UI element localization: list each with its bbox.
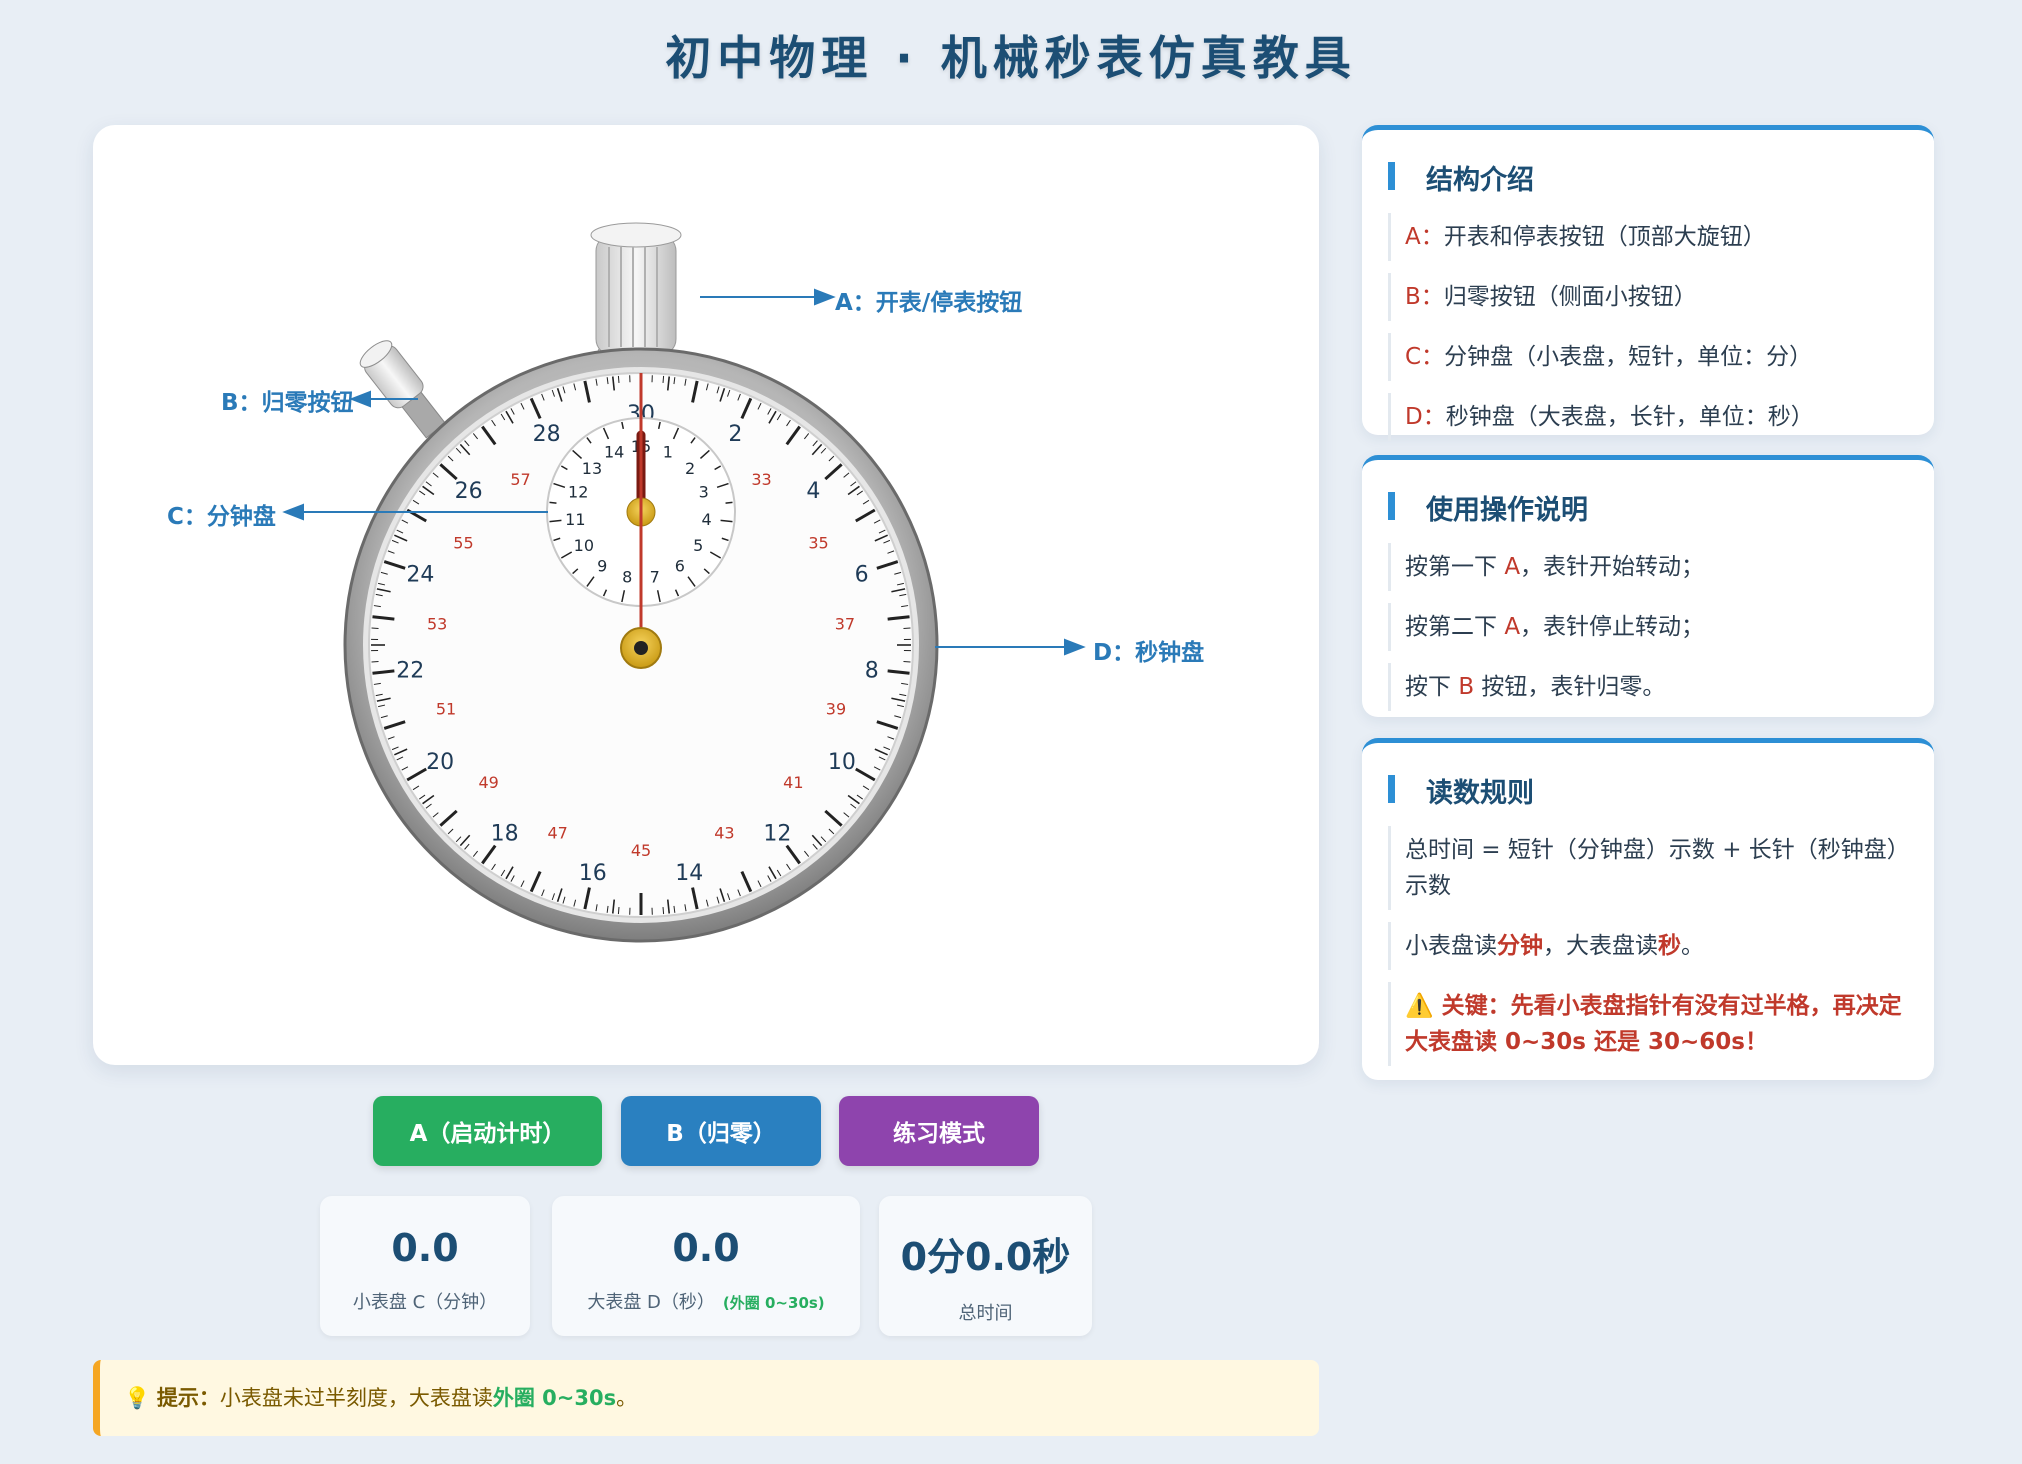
second-number: 16 bbox=[579, 861, 607, 886]
minute-number: 2 bbox=[685, 459, 695, 478]
second-number: 28 bbox=[533, 422, 561, 447]
second-number: 24 bbox=[406, 562, 434, 587]
page-title: 初中物理 · 机械秒表仿真教具 bbox=[665, 31, 1357, 85]
callout-minute-dial: C：分钟盘 bbox=[167, 504, 276, 530]
minute-tick bbox=[549, 501, 557, 504]
bulb-icon: 💡 bbox=[124, 1386, 151, 1410]
second-readout-value: 0.0 bbox=[672, 1226, 740, 1270]
second-inner-number: 45 bbox=[631, 841, 651, 860]
second-number: 2 bbox=[728, 422, 742, 447]
minute-number: 10 bbox=[574, 536, 594, 555]
second-number: 10 bbox=[828, 750, 856, 775]
second-tick bbox=[617, 907, 620, 915]
second-inner-number: 37 bbox=[835, 615, 855, 634]
second-number: 26 bbox=[455, 479, 483, 504]
minute-readout-label: 小表盘 C（分钟） bbox=[352, 1292, 498, 1313]
minute-readout-value: 0.0 bbox=[391, 1226, 459, 1270]
second-inner-number: 49 bbox=[478, 773, 498, 792]
structure-panel: 结构介绍 A：开表和停表按钮（顶部大旋钮） B：归零按钮（侧面小按钮） C：分钟… bbox=[1362, 125, 1934, 441]
second-number: 22 bbox=[396, 658, 424, 683]
second-number: 14 bbox=[675, 861, 703, 886]
second-readout-label: 大表盘 D（秒） bbox=[587, 1292, 715, 1313]
practice-mode-button[interactable]: 练习模式 bbox=[839, 1096, 1039, 1166]
stopwatch-diagram: 30246810121416182022242628 3133353739414… bbox=[282, 222, 1086, 943]
second-tick bbox=[617, 375, 620, 383]
minute-number: 14 bbox=[604, 443, 624, 462]
second-inner-number: 51 bbox=[436, 699, 456, 718]
second-number: 6 bbox=[855, 562, 869, 587]
second-inner-number: 43 bbox=[714, 823, 734, 842]
second-number: 20 bbox=[426, 750, 454, 775]
second-number: 12 bbox=[763, 822, 791, 847]
usage-item: 按第一下 A，表针开始转动； bbox=[1388, 543, 1908, 591]
minute-number: 6 bbox=[675, 556, 685, 575]
total-readout: 0分0.0秒 总时间 bbox=[879, 1196, 1092, 1336]
usage-panel: 使用操作说明 按第一下 A，表针开始转动； 按第二下 A，表针停止转动； 按下 … bbox=[1362, 455, 1934, 717]
second-inner-number: 41 bbox=[783, 773, 803, 792]
stopwatch-stage: 30246810121416182022242628 3133353739414… bbox=[93, 125, 1319, 1065]
minute-number: 12 bbox=[568, 483, 588, 502]
rules-panel: 读数规则 总时间 = 短针（分钟盘）示数 + 长针（秒钟盘）示数 小表盘读分钟，… bbox=[1362, 738, 1934, 1080]
usage-item: 按下 B 按钮，表针归零。 bbox=[1388, 663, 1908, 711]
minute-number: 7 bbox=[650, 568, 660, 587]
minute-number: 5 bbox=[693, 536, 703, 555]
structure-item: A：开表和停表按钮（顶部大旋钮） bbox=[1388, 213, 1908, 261]
minute-number: 13 bbox=[582, 459, 602, 478]
hint-text: 小表盘未过半刻度，大表盘读 bbox=[219, 1386, 493, 1410]
second-inner-number: 57 bbox=[510, 470, 530, 489]
second-inner-number: 39 bbox=[826, 699, 846, 718]
minute-tick bbox=[725, 501, 733, 504]
second-number: 8 bbox=[865, 658, 879, 683]
minute-readout: 0.0 小表盘 C（分钟） bbox=[320, 1196, 530, 1336]
minute-number: 11 bbox=[565, 510, 585, 529]
minute-number: 1 bbox=[663, 443, 673, 462]
second-hub-pin bbox=[634, 641, 648, 655]
callout-reset-button: B：归零按钮 bbox=[221, 390, 354, 416]
rules-title: 读数规则 bbox=[1388, 771, 1908, 810]
second-inner-number: 33 bbox=[751, 470, 771, 489]
structure-title: 结构介绍 bbox=[1388, 158, 1908, 197]
minute-number: 8 bbox=[622, 568, 632, 587]
second-tick bbox=[662, 375, 665, 383]
hint-bar: 💡 提示：小表盘未过半刻度，大表盘读外圈 0~30s。 bbox=[93, 1360, 1319, 1436]
structure-item: C：分钟盘（小表盘，短针，单位：分） bbox=[1388, 333, 1908, 381]
minute-number: 4 bbox=[702, 510, 712, 529]
usage-item: 按第二下 A，表针停止转动； bbox=[1388, 603, 1908, 651]
structure-item: B：归零按钮（侧面小按钮） bbox=[1388, 273, 1908, 321]
second-number: 18 bbox=[491, 822, 519, 847]
start-timer-button[interactable]: A（启动计时） bbox=[373, 1096, 602, 1166]
second-number: 4 bbox=[806, 479, 820, 504]
second-inner-number: 53 bbox=[427, 615, 447, 634]
structure-item: D：秒钟盘（大表盘，长针，单位：秒） bbox=[1388, 393, 1908, 441]
rules-formula: 总时间 = 短针（分钟盘）示数 + 长针（秒钟盘）示数 bbox=[1388, 826, 1908, 910]
second-inner-number: 35 bbox=[808, 534, 828, 553]
total-readout-value: 0分0.0秒 bbox=[900, 1235, 1071, 1279]
second-inner-number: 55 bbox=[453, 534, 473, 553]
minute-number: 9 bbox=[597, 556, 607, 575]
rules-line: 小表盘读分钟，大表盘读秒。 bbox=[1388, 922, 1908, 970]
usage-title: 使用操作说明 bbox=[1388, 488, 1908, 527]
hint-prefix: 提示： bbox=[156, 1386, 220, 1410]
second-tick bbox=[662, 907, 665, 915]
hint-highlight: 外圈 0~30s bbox=[492, 1386, 617, 1410]
second-inner-number: 47 bbox=[547, 823, 567, 842]
control-bar: A（启动计时） B（归零） 练习模式 bbox=[0, 1096, 1412, 1166]
callout-start-button: A：开表/停表按钮 bbox=[835, 290, 1023, 316]
reset-timer-button[interactable]: B（归零） bbox=[621, 1096, 821, 1166]
second-readout: 0.0 大表盘 D（秒） (外圈 0~30s) bbox=[552, 1196, 860, 1336]
minute-number: 3 bbox=[699, 483, 709, 502]
reset-button[interactable] bbox=[356, 336, 451, 442]
total-readout-label: 总时间 bbox=[958, 1303, 1013, 1324]
second-readout-range: (外圈 0~30s) bbox=[722, 1294, 825, 1312]
hint-suffix: 。 bbox=[616, 1386, 638, 1410]
callout-second-dial: D：秒钟盘 bbox=[1093, 640, 1205, 666]
rules-warning: ⚠️ 关键：先看小表盘指针有没有过半格，再决定大表盘读 0~30s 还是 30~… bbox=[1388, 982, 1908, 1066]
